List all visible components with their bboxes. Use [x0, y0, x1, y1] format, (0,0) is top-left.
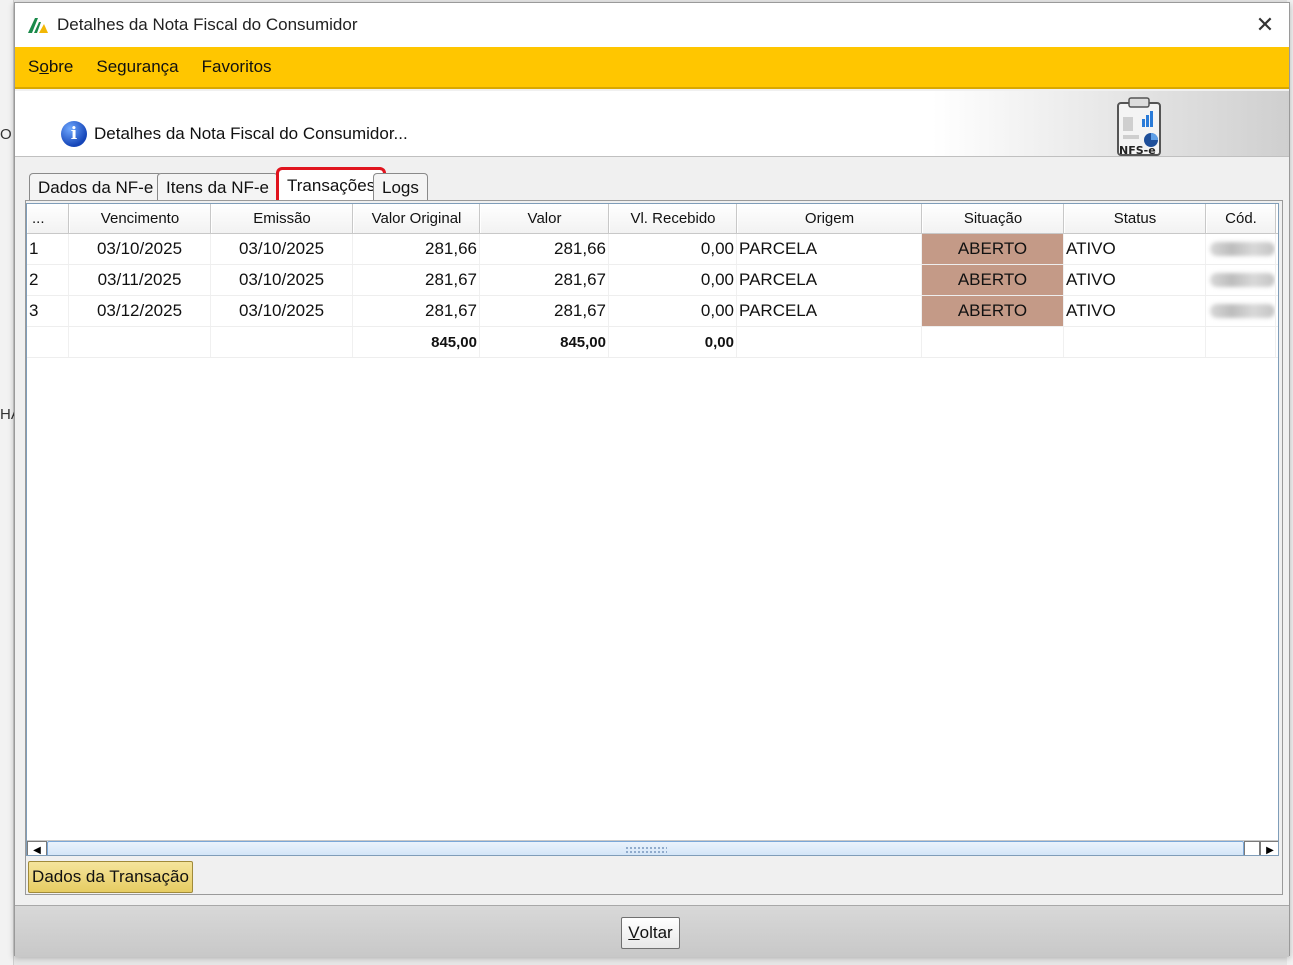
- column-header-valor[interactable]: Valor: [480, 204, 609, 233]
- tab-transacoes[interactable]: Transações: [275, 167, 387, 203]
- scroll-right-button[interactable]: ▶: [1260, 841, 1278, 856]
- menu-item-sobre[interactable]: Sobre: [28, 57, 73, 77]
- column-header-index[interactable]: ...: [27, 204, 69, 233]
- column-header-valor-original[interactable]: Valor Original: [353, 204, 480, 233]
- header-panel: i Detalhes da Nota Fiscal do Consumidor.…: [15, 91, 1289, 157]
- grip-icon: [624, 846, 667, 855]
- tab-logs[interactable]: Logs: [373, 173, 428, 201]
- menu-bar: Sobre Segurança Favoritos: [15, 47, 1289, 89]
- cell-situacao: ABERTO: [922, 296, 1064, 326]
- cell-status: ATIVO: [1064, 234, 1206, 264]
- cell-valor: 281,66: [480, 234, 609, 264]
- cell-cod-redacted: [1206, 234, 1276, 264]
- cell-emissao: 03/10/2025: [211, 234, 353, 264]
- table-row[interactable]: 2 03/11/2025 03/10/2025 281,67 281,67 0,…: [27, 265, 1278, 296]
- cell-emissao: 03/10/2025: [211, 296, 353, 326]
- cell-index: 2: [27, 265, 69, 295]
- cell-vl-recebido: 0,00: [609, 234, 737, 264]
- table-row[interactable]: 3 03/12/2025 03/10/2025 281,67 281,67 0,…: [27, 296, 1278, 327]
- cell-emissao: 03/10/2025: [211, 265, 353, 295]
- column-header-vl-recebido[interactable]: Vl. Recebido: [609, 204, 737, 233]
- scroll-left-button[interactable]: ◀: [27, 841, 47, 856]
- cell-origem: PARCELA: [737, 265, 922, 295]
- column-header-status[interactable]: Status: [1064, 204, 1206, 233]
- column-header-origem[interactable]: Origem: [737, 204, 922, 233]
- voltar-button[interactable]: Voltar: [621, 917, 680, 949]
- scrollbar-track[interactable]: [1244, 841, 1260, 855]
- cell-valor: 281,67: [480, 296, 609, 326]
- cell-cod-redacted: [1206, 265, 1276, 295]
- tab-itens-nfe[interactable]: Itens da NF-e: [157, 173, 278, 201]
- table-row[interactable]: 1 03/10/2025 03/10/2025 281,66 281,66 0,…: [27, 234, 1278, 265]
- arrow-left-icon: ◀: [33, 844, 41, 856]
- cell-vencimento: 03/11/2025: [69, 265, 211, 295]
- header-text: Detalhes da Nota Fiscal do Consumidor...: [94, 124, 408, 143]
- cell-vencimento: 03/12/2025: [69, 296, 211, 326]
- cell-index: 1: [27, 234, 69, 264]
- close-button[interactable]: ✕: [1249, 9, 1281, 41]
- nfse-clipboard-icon: NFS-e: [1117, 97, 1161, 157]
- menu-item-favoritos[interactable]: Favoritos: [202, 57, 272, 77]
- window-title: Detalhes da Nota Fiscal do Consumidor: [57, 15, 358, 34]
- totals-row: 845,00 845,00 0,00: [27, 327, 1278, 358]
- transactions-grid[interactable]: ... Vencimento Emissão Valor Original Va…: [26, 203, 1279, 856]
- cell-valor-original: 281,67: [353, 296, 480, 326]
- cell-situacao: ABERTO: [922, 234, 1064, 264]
- column-header-situacao[interactable]: Situação: [922, 204, 1064, 233]
- cell-valor: 281,67: [480, 265, 609, 295]
- cell-valor-original: 281,67: [353, 265, 480, 295]
- transactions-panel: ... Vencimento Emissão Valor Original Va…: [25, 200, 1283, 895]
- nfse-icon-label: NFS-e: [1119, 144, 1156, 157]
- cell-vencimento: 03/10/2025: [69, 234, 211, 264]
- cell-valor-original: 281,66: [353, 234, 480, 264]
- column-header-cod[interactable]: Cód.: [1206, 204, 1276, 233]
- cell-status: ATIVO: [1064, 296, 1206, 326]
- close-icon: ✕: [1255, 12, 1275, 37]
- tab-dados-nfe[interactable]: Dados da NF-e: [29, 173, 163, 201]
- arrow-right-icon: ▶: [1266, 844, 1274, 856]
- scrollbar-thumb[interactable]: [47, 841, 1244, 855]
- background-fragment: O: [0, 126, 12, 143]
- background-app-edge: O HA: [0, 0, 21, 965]
- column-header-emissao[interactable]: Emissão: [211, 204, 353, 233]
- cell-situacao: ABERTO: [922, 265, 1064, 295]
- cell-cod-redacted: [1206, 296, 1276, 326]
- cell-origem: PARCELA: [737, 234, 922, 264]
- total-vl-recebido: 0,00: [609, 327, 737, 357]
- info-icon: i: [61, 121, 87, 147]
- total-valor-original: 845,00: [353, 327, 480, 357]
- cell-status: ATIVO: [1064, 265, 1206, 295]
- cell-vl-recebido: 0,00: [609, 265, 737, 295]
- app-logo-icon: [27, 16, 49, 34]
- dados-transacao-button[interactable]: Dados da Transação: [28, 861, 193, 893]
- nfc-details-window: Detalhes da Nota Fiscal do Consumidor ✕ …: [14, 2, 1290, 957]
- cell-origem: PARCELA: [737, 296, 922, 326]
- title-bar[interactable]: Detalhes da Nota Fiscal do Consumidor ✕: [15, 3, 1289, 47]
- grid-header: ... Vencimento Emissão Valor Original Va…: [27, 204, 1278, 234]
- tab-strip: Dados da NF-e Itens da NF-e Transações L…: [27, 167, 627, 203]
- column-header-vencimento[interactable]: Vencimento: [69, 204, 211, 233]
- footer-bar: Voltar: [15, 905, 1289, 957]
- horizontal-scrollbar[interactable]: ◀ ▶: [27, 840, 1278, 856]
- menu-item-seguranca[interactable]: Segurança: [96, 57, 178, 77]
- total-valor: 845,00: [480, 327, 609, 357]
- cell-vl-recebido: 0,00: [609, 296, 737, 326]
- cell-index: 3: [27, 296, 69, 326]
